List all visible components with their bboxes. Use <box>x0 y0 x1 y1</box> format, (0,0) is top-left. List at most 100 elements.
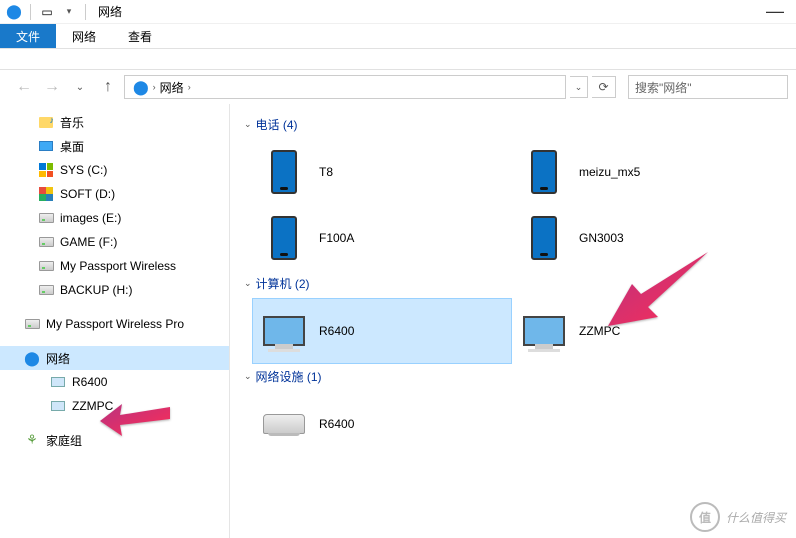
quick-access-toolbar: ⬤ ▭ ▾ <box>4 2 90 22</box>
ribbon-tabs: 文件 网络 查看 <box>0 24 796 49</box>
tree-item[interactable]: GAME (F:) <box>0 230 229 254</box>
drive-icon <box>38 234 54 250</box>
chevron-down-icon: ⌄ <box>244 119 252 130</box>
group-name: 网络设施 (1) <box>256 368 322 385</box>
tree-item-label: GAME (F:) <box>60 235 117 249</box>
breadcrumb-label: 网络 <box>160 79 184 96</box>
device-tile[interactable]: R6400 <box>252 391 512 457</box>
tree-item[interactable]: 音乐 <box>0 110 229 134</box>
group-header[interactable]: ⌄ 计算机 (2) <box>238 271 788 298</box>
address-bar[interactable]: ⬤ › 网络 › <box>124 75 566 99</box>
device-tile[interactable]: R6400 <box>252 298 512 364</box>
device-name: meizu_mx5 <box>579 165 640 179</box>
qat-dropdown-icon[interactable]: ▾ <box>59 2 79 22</box>
desktop-icon <box>38 138 54 154</box>
content-pane: ⌄ 电话 (4) T8 meizu_mx5 F100A GN3003 ⌄ 计算机 (2) R64… <box>230 104 796 538</box>
minimize-button[interactable]: — <box>758 1 792 22</box>
navigation-pane: 音乐桌面 SYS (C:) SOFT (D:) images (E:) GAME (F:… <box>0 104 230 538</box>
tree-item[interactable]: My Passport Wireless <box>0 254 229 278</box>
device-tile[interactable]: F100A <box>252 205 512 271</box>
device-name: R6400 <box>319 324 354 338</box>
tab-view[interactable]: 查看 <box>112 24 168 48</box>
window-title: 网络 <box>98 3 122 20</box>
network-icon: ⬤ <box>133 79 149 96</box>
chevron-right-icon: › <box>188 82 191 92</box>
body: 音乐桌面 SYS (C:) SOFT (D:) images (E:) GAME (F:… <box>0 104 796 538</box>
drive-icon <box>24 316 40 332</box>
back-button[interactable]: ← <box>12 75 36 99</box>
history-dropdown[interactable]: ⌄ <box>68 75 92 99</box>
tree-item-label: images (E:) <box>60 211 121 225</box>
computer-icon <box>50 398 66 414</box>
tree-item[interactable]: 桌面 <box>0 134 229 158</box>
title-bar: ⬤ ▭ ▾ 网络 — <box>0 0 796 24</box>
device-tile[interactable]: ZZMPC <box>512 298 772 364</box>
chevron-right-icon: › <box>153 82 156 92</box>
tree-item-label: BACKUP (H:) <box>60 283 132 297</box>
router-icon <box>263 399 305 449</box>
tree-item-label: SYS (C:) <box>60 163 107 177</box>
search-input[interactable]: 搜索"网络" <box>628 75 788 99</box>
tree-item-label: ZZMPC <box>72 399 113 413</box>
drive-icon <box>38 282 54 298</box>
watermark-logo: 值 <box>690 502 720 532</box>
watermark-text: 什么值得买 <box>726 509 786 526</box>
tree-item-label: My Passport Wireless Pro <box>46 317 184 331</box>
watermark: 值 什么值得买 <box>690 502 786 532</box>
tree-item[interactable]: images (E:) <box>0 206 229 230</box>
group-header[interactable]: ⌄ 网络设施 (1) <box>238 364 788 391</box>
tab-network[interactable]: 网络 <box>56 24 112 48</box>
group-body: R6400 <box>238 391 788 457</box>
forward-button[interactable]: → <box>40 75 64 99</box>
phone-icon <box>263 147 305 197</box>
device-tile[interactable]: GN3003 <box>512 205 772 271</box>
tree-item[interactable]: My Passport Wireless Pro <box>0 312 229 336</box>
tree-item[interactable]: R6400 <box>0 370 229 394</box>
breadcrumb-root[interactable]: ⬤ › 网络 › <box>129 79 195 96</box>
tree-item[interactable]: ⚘家庭组 <box>0 428 229 452</box>
tree-item[interactable]: ⬤ 网络 <box>0 346 229 370</box>
group-header[interactable]: ⌄ 电话 (4) <box>238 112 788 139</box>
tab-file[interactable]: 文件 <box>0 24 56 48</box>
group-name: 计算机 (2) <box>256 275 310 292</box>
tree-item[interactable]: ZZMPC <box>0 394 229 418</box>
tree-item-label: 网络 <box>46 350 70 367</box>
device-name: F100A <box>319 231 354 245</box>
phone-icon <box>523 213 565 263</box>
device-name: R6400 <box>319 417 354 431</box>
up-button[interactable]: ↑ <box>96 75 120 99</box>
separator <box>85 4 86 20</box>
device-tile[interactable]: meizu_mx5 <box>512 139 772 205</box>
soft-icon <box>38 186 54 202</box>
monitor-icon <box>263 306 305 356</box>
tree-item[interactable]: SOFT (D:) <box>0 182 229 206</box>
music-folder-icon <box>38 114 54 130</box>
address-row: ← → ⌄ ↑ ⬤ › 网络 › ⌄ ⟳ 搜索"网络" <box>0 70 796 104</box>
tree-item[interactable]: SYS (C:) <box>0 158 229 182</box>
network-icon: ⬤ <box>4 2 24 22</box>
phone-icon <box>263 213 305 263</box>
chevron-down-icon: ⌄ <box>244 371 252 382</box>
qat-doc-icon[interactable]: ▭ <box>37 2 57 22</box>
tree-item-label: My Passport Wireless <box>60 259 176 273</box>
search-placeholder: 搜索"网络" <box>635 79 692 96</box>
drive-icon <box>38 258 54 274</box>
ribbon-body <box>0 49 796 70</box>
address-dropdown[interactable]: ⌄ <box>570 76 588 98</box>
tree-item-label: R6400 <box>72 375 107 389</box>
computer-icon <box>50 374 66 390</box>
phone-icon <box>523 147 565 197</box>
network-icon: ⬤ <box>24 350 40 366</box>
tree-item-label: 家庭组 <box>46 432 82 449</box>
tree-item-label: 桌面 <box>60 138 84 155</box>
group-body: T8 meizu_mx5 F100A GN3003 <box>238 139 788 271</box>
group-name: 电话 (4) <box>256 116 298 133</box>
device-name: GN3003 <box>579 231 624 245</box>
chevron-down-icon: ⌄ <box>244 278 252 289</box>
device-name: ZZMPC <box>579 324 620 338</box>
device-name: T8 <box>319 165 333 179</box>
device-tile[interactable]: T8 <box>252 139 512 205</box>
refresh-button[interactable]: ⟳ <box>592 76 616 98</box>
tree-item[interactable]: BACKUP (H:) <box>0 278 229 302</box>
monitor-icon <box>523 306 565 356</box>
